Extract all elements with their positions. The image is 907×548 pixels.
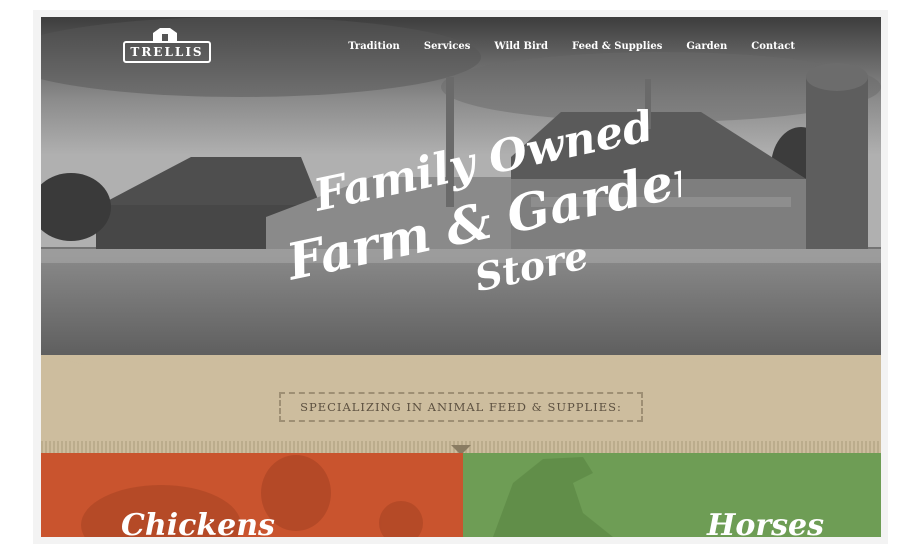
main-nav: Tradition Services Wild Bird Feed & Supp… [348,41,795,52]
hero-section: TRELLIS Tradition Services Wild Bird Fee… [41,17,881,367]
trellis-logo[interactable]: TRELLIS [123,27,211,63]
nav-item-garden[interactable]: Garden [686,41,727,52]
specializing-banner: SPECIALIZING IN ANIMAL FEED & SUPPLIES: [279,392,643,422]
category-horses[interactable]: Horses [463,453,881,537]
hero-title: Family Owned Farm & Garden Store [280,109,681,300]
nav-item-feed-supplies[interactable]: Feed & Supplies [572,41,662,52]
nav-item-services[interactable]: Services [424,41,471,52]
category-label-chickens: Chickens [121,508,275,537]
category-chickens[interactable]: Chickens [41,453,463,537]
nav-item-tradition[interactable]: Tradition [348,41,400,52]
nav-item-contact[interactable]: Contact [751,41,795,52]
website: TRELLIS Tradition Services Wild Bird Fee… [41,17,881,537]
torn-edge [41,358,881,379]
nav-item-wild-bird[interactable]: Wild Bird [494,41,548,52]
category-label-horses: Horses [707,508,825,537]
barn-icon [153,28,177,41]
logo-text: TRELLIS [123,41,211,63]
